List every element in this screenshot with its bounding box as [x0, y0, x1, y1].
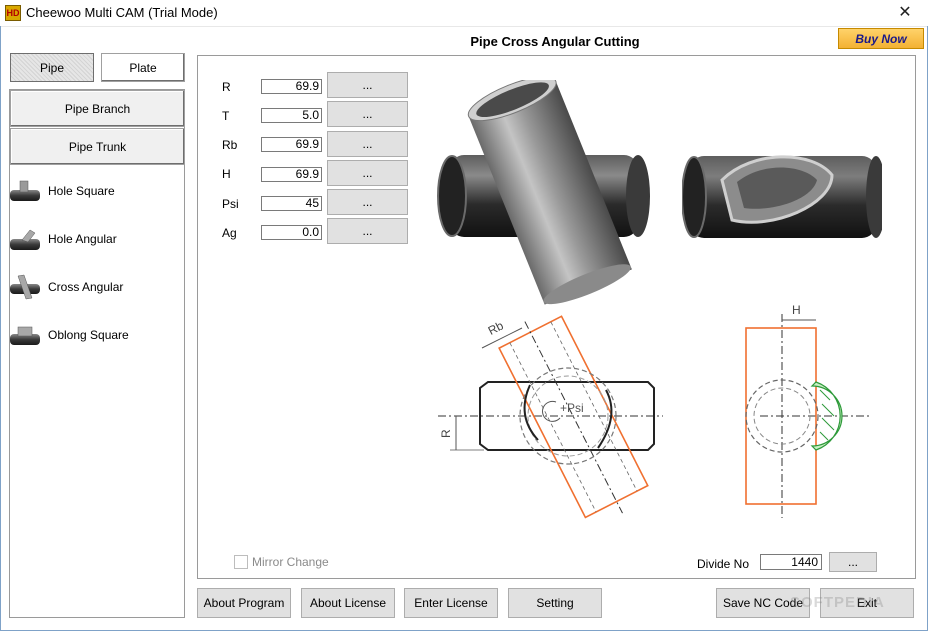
pipe-hole-angular-icon — [10, 229, 40, 250]
pipe-tab[interactable]: Pipe — [10, 53, 94, 82]
softpedia-watermark: SOFTPEDIA — [790, 594, 885, 611]
r-label: R — [439, 429, 453, 438]
divide-no-button[interactable]: ... — [829, 552, 877, 572]
param-input-t[interactable]: 5.0 — [261, 108, 322, 123]
h-label: H — [792, 303, 801, 317]
param-input-r[interactable]: 69.9 — [261, 79, 322, 94]
pipe-hole-square-icon — [10, 180, 40, 201]
param-label-r: R — [222, 80, 231, 94]
left-panel — [9, 89, 185, 618]
pipe-trunk-button[interactable]: Pipe Trunk — [10, 128, 185, 165]
window-title: Cheewoo Multi CAM (Trial Mode) — [26, 5, 218, 20]
buy-now-button[interactable]: Buy Now — [838, 28, 924, 49]
nav-label: Cross Angular — [48, 280, 124, 294]
param-input-ag[interactable]: 0.0 — [261, 225, 322, 240]
title-bar: HD Cheewoo Multi CAM (Trial Mode) ✕ — [0, 0, 928, 27]
param-button-ag[interactable]: ... — [327, 218, 408, 244]
pipe-cut-result-image — [682, 155, 882, 238]
param-input-h[interactable]: 69.9 — [261, 167, 322, 182]
param-input-psi[interactable]: 45 — [261, 196, 322, 211]
setting-button[interactable]: Setting — [508, 588, 602, 618]
param-button-rb[interactable]: ... — [327, 131, 408, 157]
nav-item-hole-angular[interactable]: Hole Angular — [8, 222, 178, 256]
about-program-button[interactable]: About Program — [197, 588, 291, 618]
app-icon: HD — [5, 5, 21, 21]
close-icon[interactable]: ✕ — [882, 0, 928, 26]
param-label-rb: Rb — [222, 138, 238, 152]
pipe-cross-angular-icon — [10, 274, 40, 300]
psi-label: +Psi — [560, 401, 584, 415]
cross-section-drawing: +Psi R Rb — [438, 315, 663, 519]
pipe-branch-button[interactable]: Pipe Branch — [10, 90, 185, 127]
side-view-drawing: H — [745, 303, 872, 518]
mirror-change-label: Mirror Change — [252, 555, 329, 569]
nav-item-oblong-square[interactable]: Oblong Square — [8, 318, 178, 352]
nav-label: Hole Square — [48, 184, 115, 198]
pipe-3d-assembly-image — [437, 80, 650, 305]
nav-label: Hole Angular — [48, 232, 117, 246]
param-label-psi: Psi — [222, 197, 239, 211]
enter-license-button[interactable]: Enter License — [404, 588, 498, 618]
nav-item-cross-angular[interactable]: Cross Angular — [8, 270, 178, 304]
nav-label: Oblong Square — [48, 328, 129, 342]
param-button-t[interactable]: ... — [327, 101, 408, 127]
param-button-h[interactable]: ... — [327, 160, 408, 186]
param-button-r[interactable]: ... — [327, 72, 408, 98]
rb-label: Rb — [486, 318, 506, 338]
param-label-ag: Ag — [222, 226, 237, 240]
param-label-t: T — [222, 109, 230, 123]
plate-tab[interactable]: Plate — [101, 53, 185, 82]
param-input-rb[interactable]: 69.9 — [261, 137, 322, 152]
checkbox-box[interactable] — [234, 555, 248, 569]
nav-item-hole-square[interactable]: Hole Square — [8, 174, 178, 208]
pipe-oblong-square-icon — [10, 326, 40, 345]
about-license-button[interactable]: About License — [301, 588, 395, 618]
divide-no-input[interactable]: 1440 — [760, 554, 822, 570]
page-title: Pipe Cross Angular Cutting — [470, 34, 640, 49]
param-label-h: H — [222, 167, 231, 181]
mirror-change-checkbox[interactable]: Mirror Change — [234, 555, 329, 569]
divide-no-label: Divide No — [697, 557, 750, 571]
param-button-psi[interactable]: ... — [327, 189, 408, 215]
